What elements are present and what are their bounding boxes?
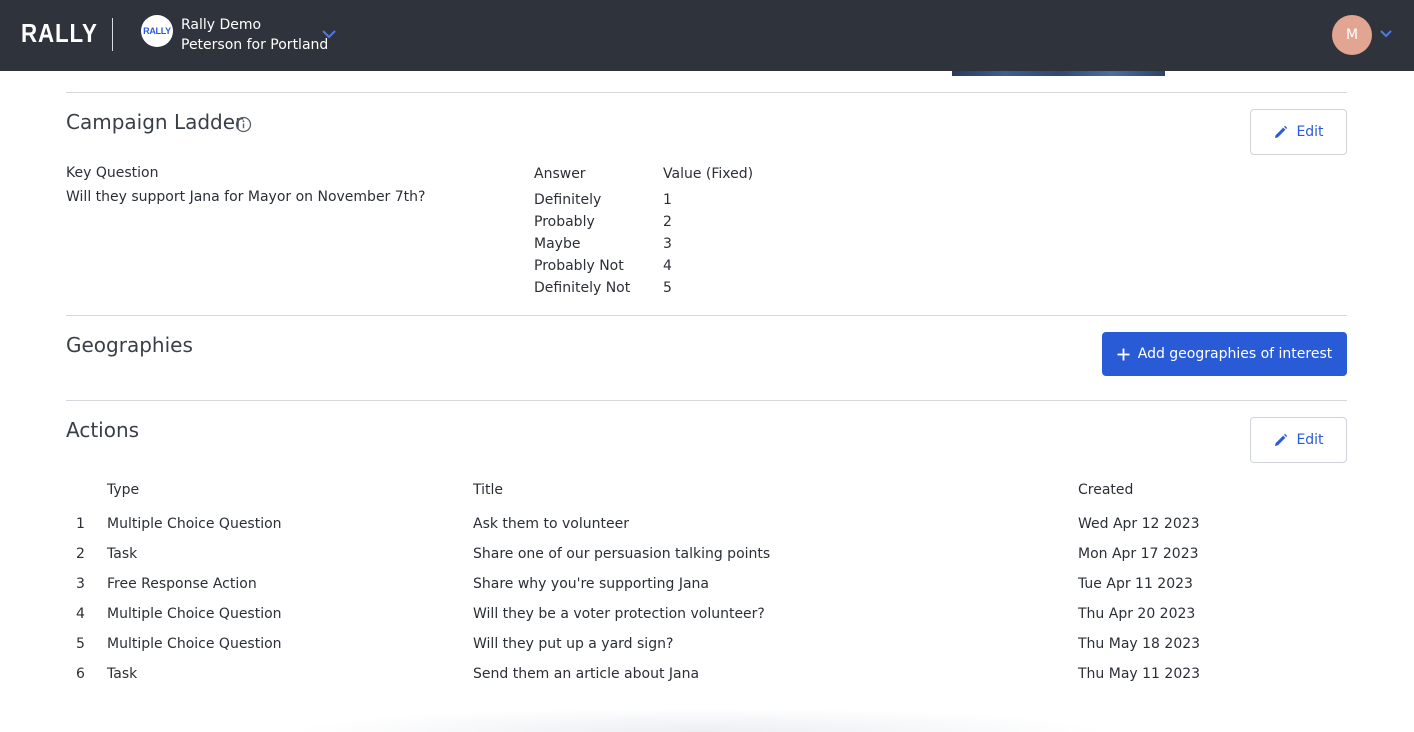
ladder-answer: Definitely: [534, 192, 602, 208]
action-row-number: 3: [76, 576, 85, 592]
action-row-title: Will they be a voter protection voluntee…: [473, 606, 765, 622]
action-row-type: Task: [107, 546, 138, 562]
type-column-header: Type: [107, 482, 140, 498]
value-column-header: Value (Fixed): [663, 166, 754, 182]
actions-edit-button[interactable]: Edit: [1250, 417, 1347, 463]
ladder-value: 5: [663, 280, 672, 296]
geographies-title: Geographies: [66, 333, 193, 357]
ladder-answer: Definitely Not: [534, 280, 631, 296]
actions-edit-label: Edit: [1296, 432, 1324, 448]
section-divider: [66, 315, 1347, 316]
ladder-value: 2: [663, 214, 672, 230]
ladder-answer: Probably Not: [534, 258, 624, 274]
top-navigation-bar: RALLY RALLY Rally Demo Peterson for Port…: [0, 0, 1414, 71]
action-row-created: Thu Apr 20 2023: [1078, 606, 1196, 622]
action-row-title: Share why you're supporting Jana: [473, 576, 710, 592]
key-question-text: Will they support Jana for Mayor on Nove…: [66, 189, 426, 205]
action-row-created: Thu May 11 2023: [1078, 666, 1201, 682]
action-row-number: 6: [76, 666, 85, 682]
action-row-title: Will they put up a yard sign?: [473, 636, 674, 652]
rally-logo[interactable]: RALLY: [21, 18, 98, 49]
add-geographies-label: Add geographies of interest: [1137, 346, 1333, 362]
add-geographies-button[interactable]: Add geographies of interest: [1102, 332, 1347, 376]
ladder-answer: Maybe: [534, 236, 581, 252]
ladder-value: 3: [663, 236, 672, 252]
action-row-created: Wed Apr 12 2023: [1078, 516, 1200, 532]
cover-image-edge: [952, 71, 1165, 76]
ladder-answer: Probably: [534, 214, 595, 230]
campaign-name[interactable]: Peterson for Portland: [181, 35, 328, 55]
bottom-fade: [290, 708, 1110, 732]
info-icon[interactable]: [235, 116, 252, 133]
ladder-value: 4: [663, 258, 672, 274]
actions-title: Actions: [66, 418, 140, 442]
user-avatar[interactable]: M: [1332, 15, 1372, 55]
action-row-type: Task: [107, 666, 138, 682]
action-row-number: 5: [76, 636, 85, 652]
action-row-number: 1: [76, 516, 85, 532]
ladder-value: 1: [663, 192, 672, 208]
plus-icon: [1117, 348, 1130, 360]
section-divider: [66, 92, 1347, 93]
pencil-icon: [1275, 125, 1288, 138]
org-switcher-chevron-down-icon[interactable]: [321, 28, 337, 40]
action-row-type: Multiple Choice Question: [107, 516, 282, 532]
action-row-type: Multiple Choice Question: [107, 636, 282, 652]
created-column-header: Created: [1078, 482, 1134, 498]
action-row-number: 2: [76, 546, 85, 562]
org-logo-badge[interactable]: RALLY: [141, 15, 173, 47]
header-divider: [112, 18, 113, 51]
ladder-edit-label: Edit: [1296, 124, 1324, 140]
key-question-label: Key Question: [66, 165, 159, 181]
ladder-edit-button[interactable]: Edit: [1250, 109, 1347, 155]
answer-column-header: Answer: [534, 166, 586, 182]
user-menu-chevron-down-icon[interactable]: [1379, 28, 1393, 40]
pencil-icon: [1275, 433, 1288, 446]
campaign-ladder-title: Campaign Ladder: [66, 110, 244, 134]
action-row-created: Mon Apr 17 2023: [1078, 546, 1199, 562]
action-row-title: Send them an article about Jana: [473, 666, 700, 682]
action-row-created: Thu May 18 2023: [1078, 636, 1201, 652]
action-row-title: Share one of our persuasion talking poin…: [473, 546, 771, 562]
action-row-type: Multiple Choice Question: [107, 606, 282, 622]
title-column-header: Title: [473, 482, 504, 498]
org-name[interactable]: Rally Demo: [181, 15, 261, 35]
section-divider: [66, 400, 1347, 401]
action-row-created: Tue Apr 11 2023: [1078, 576, 1193, 592]
action-row-type: Free Response Action: [107, 576, 257, 592]
action-row-number: 4: [76, 606, 85, 622]
action-row-title: Ask them to volunteer: [473, 516, 629, 532]
